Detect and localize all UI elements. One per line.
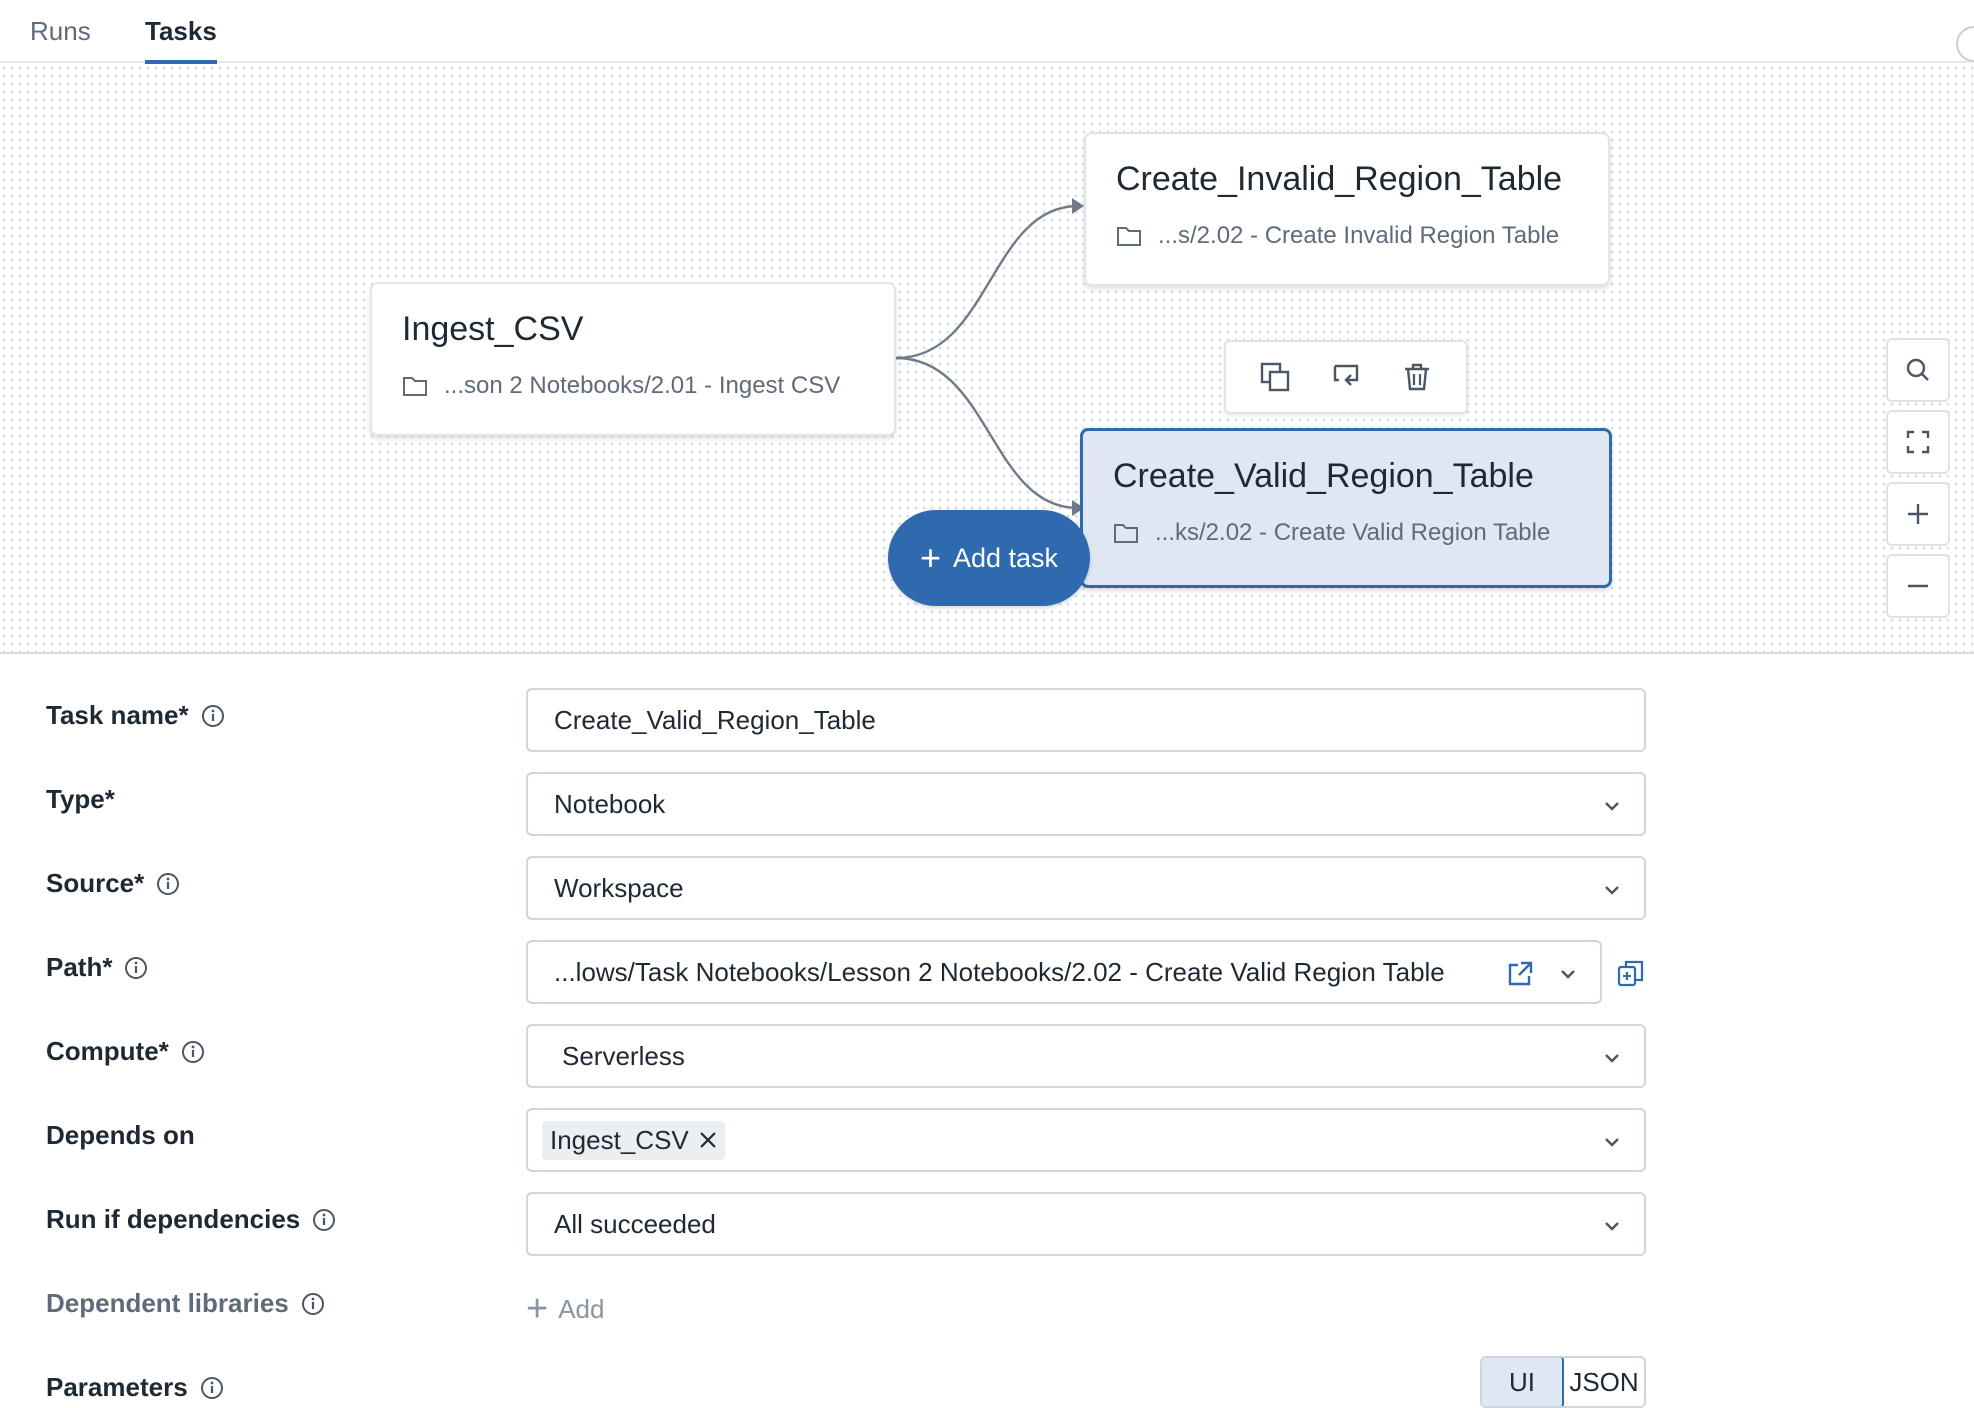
- depends-on-label-text: Depends on: [46, 1120, 195, 1150]
- task-name-label: Task name*: [46, 700, 225, 731]
- task-graph-canvas[interactable]: Ingest_CSV ...son 2 Notebooks/2.01 - Ing…: [0, 64, 1974, 654]
- compute-value: Serverless: [562, 1040, 685, 1071]
- add-library-label: Add: [558, 1293, 605, 1324]
- info-icon[interactable]: [124, 956, 148, 980]
- chevron-down-icon: [1605, 886, 1619, 895]
- type-value: Notebook: [554, 788, 666, 819]
- task-node-title: Ingest_CSV: [402, 310, 584, 348]
- path-value: ...lows/Task Notebooks/Lesson 2 Notebook…: [554, 956, 1445, 987]
- task-node-path-text: ...son 2 Notebooks/2.01 - Ingest CSV: [444, 372, 841, 399]
- task-name-input[interactable]: Create_Valid_Region_Table: [526, 688, 1646, 752]
- delete-task-button[interactable]: [1395, 355, 1439, 399]
- info-icon[interactable]: [181, 1040, 205, 1064]
- info-icon[interactable]: [156, 872, 180, 896]
- open-in-new-tab-icon[interactable]: [1506, 960, 1534, 988]
- task-node-title: Create_Valid_Region_Table: [1113, 457, 1534, 495]
- type-select[interactable]: Notebook: [526, 772, 1646, 836]
- switch-task-button[interactable]: [1324, 355, 1368, 399]
- dependent-libraries-label: Dependent libraries: [46, 1288, 325, 1319]
- source-value: Workspace: [554, 872, 684, 903]
- dependent-libraries-label-text: Dependent libraries: [46, 1288, 289, 1318]
- depends-on-label: Depends on: [46, 1120, 195, 1151]
- source-select[interactable]: Workspace: [526, 856, 1646, 920]
- type-label: Type*: [46, 784, 115, 815]
- task-node-ingest-csv[interactable]: Ingest_CSV ...son 2 Notebooks/2.01 - Ing…: [370, 282, 896, 436]
- run-if-label-text: Run if dependencies: [46, 1204, 301, 1234]
- zoom-out-button[interactable]: [1886, 554, 1950, 618]
- path-label-text: Path*: [46, 952, 113, 982]
- fit-view-icon: [1906, 430, 1930, 454]
- compute-label-text: Compute*: [46, 1036, 169, 1066]
- info-icon[interactable]: [201, 704, 225, 728]
- tab-tasks-label: Tasks: [145, 16, 217, 46]
- info-icon[interactable]: [200, 1376, 224, 1400]
- compute-label: Compute*: [46, 1036, 205, 1067]
- parameters-label: Parameters: [46, 1372, 224, 1403]
- parameters-json-option[interactable]: JSON: [1564, 1358, 1644, 1406]
- tab-tasks[interactable]: Tasks: [145, 16, 217, 64]
- add-library-button[interactable]: + Add: [526, 1290, 604, 1328]
- task-node-title: Create_Invalid_Region_Table: [1116, 160, 1563, 198]
- path-select[interactable]: ...lows/Task Notebooks/Lesson 2 Notebook…: [526, 940, 1602, 1004]
- task-node-path-text: ...ks/2.02 - Create Valid Region Table: [1155, 519, 1551, 546]
- source-label-text: Source*: [46, 868, 145, 898]
- dependency-chip-label: Ingest_CSV: [550, 1124, 689, 1155]
- type-label-text: Type*: [46, 784, 115, 814]
- compute-select[interactable]: Serverless: [526, 1024, 1646, 1088]
- task-node-path: ...s/2.02 - Create Invalid Region Table: [1116, 222, 1559, 250]
- plus-icon: +: [526, 1288, 549, 1330]
- chevron-down-icon: [1605, 1222, 1619, 1231]
- chevron-down-icon: [1605, 802, 1619, 811]
- search-graph-button[interactable]: [1886, 338, 1950, 402]
- folder-icon: [1117, 227, 1141, 246]
- search-icon: [1906, 358, 1929, 381]
- edge-ingest-to-valid: [895, 356, 1079, 510]
- task-name-value: Create_Valid_Region_Table: [554, 704, 876, 735]
- chevron-down-icon: [1605, 1054, 1619, 1063]
- folder-icon: [403, 377, 427, 396]
- tab-bar: Runs Tasks: [0, 0, 1974, 64]
- parameters-label-text: Parameters: [46, 1372, 188, 1402]
- zoom-out-icon: [1908, 584, 1928, 588]
- task-name-label-text: Task name*: [46, 700, 189, 730]
- task-node-path: ...ks/2.02 - Create Valid Region Table: [1113, 519, 1550, 547]
- remove-dependency-button[interactable]: [699, 1131, 717, 1149]
- dependency-chip: Ingest_CSV: [542, 1120, 725, 1160]
- run-if-label: Run if dependencies: [46, 1204, 336, 1235]
- source-label: Source*: [46, 868, 180, 899]
- add-task-label: Add task: [952, 542, 1059, 573]
- edge-ingest-to-invalid: [895, 204, 1079, 360]
- close-icon: [699, 1132, 716, 1148]
- clone-icon: [1261, 362, 1290, 392]
- chevron-down-icon: [1561, 970, 1575, 979]
- copy-path-icon[interactable]: [1616, 958, 1646, 988]
- panel-toggle-button[interactable]: [1956, 26, 1974, 62]
- trash-icon: [1404, 363, 1429, 391]
- task-node-create-invalid-region-table[interactable]: Create_Invalid_Region_Table ...s/2.02 - …: [1084, 132, 1610, 286]
- node-toolbar: [1224, 340, 1468, 414]
- fit-view-button[interactable]: [1886, 410, 1950, 474]
- zoom-in-button[interactable]: [1886, 482, 1950, 546]
- parameters-ui-option[interactable]: UI: [1482, 1358, 1564, 1406]
- chevron-down-icon: [1605, 1138, 1619, 1147]
- info-icon[interactable]: [301, 1292, 325, 1316]
- task-node-create-valid-region-table[interactable]: Create_Valid_Region_Table ...ks/2.02 - C…: [1080, 428, 1612, 588]
- tab-runs[interactable]: Runs: [30, 16, 91, 47]
- zoom-in-icon: [1908, 504, 1928, 524]
- plus-icon: +: [919, 537, 941, 578]
- switch-icon: [1333, 364, 1359, 386]
- run-if-select[interactable]: All succeeded: [526, 1192, 1646, 1256]
- path-label: Path*: [46, 952, 148, 983]
- task-node-path-text: ...s/2.02 - Create Invalid Region Table: [1158, 222, 1560, 249]
- edge-arrowhead: [1072, 198, 1084, 214]
- depends-on-select[interactable]: Ingest_CSV: [526, 1108, 1646, 1172]
- parameters-mode-toggle: UI JSON: [1480, 1356, 1646, 1408]
- folder-icon: [1114, 524, 1138, 543]
- task-node-path: ...son 2 Notebooks/2.01 - Ingest CSV: [402, 372, 840, 400]
- run-if-value: All succeeded: [554, 1208, 716, 1239]
- clone-task-button[interactable]: [1253, 355, 1297, 399]
- add-task-button[interactable]: + Add task: [888, 510, 1090, 606]
- info-icon[interactable]: [312, 1208, 336, 1232]
